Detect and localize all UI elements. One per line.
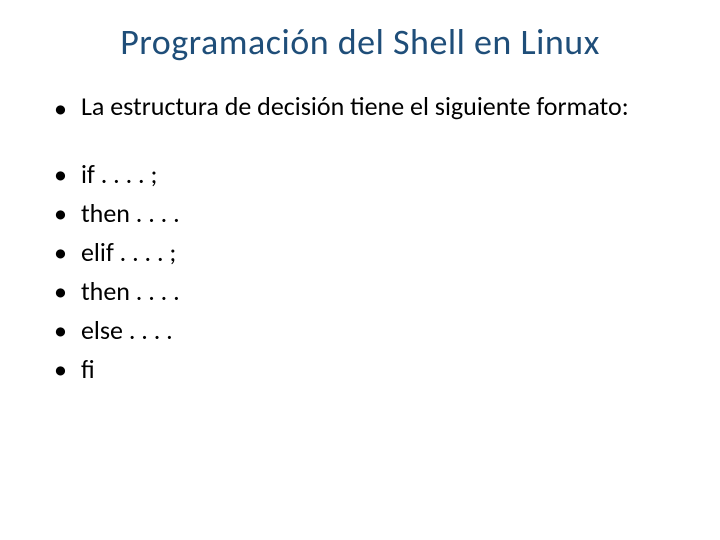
slide-title: Programación del Shell en Linux: [40, 20, 680, 64]
list-item: • if . . . . ;: [54, 157, 680, 192]
code-line: elif . . . . ;: [81, 235, 176, 270]
list-item: • then . . . .: [54, 196, 680, 231]
code-line: then . . . .: [81, 196, 180, 231]
code-line: then . . . .: [81, 274, 180, 309]
list-item: • else . . . .: [54, 313, 680, 348]
bullet-icon: •: [54, 196, 67, 231]
intro-bullet-item: • La estructura de decisión tiene el sig…: [54, 92, 680, 125]
code-line: else . . . .: [81, 313, 173, 348]
slide-content: • La estructura de decisión tiene el sig…: [40, 92, 680, 387]
list-item: • fi: [54, 352, 680, 387]
intro-text: La estructura de decisión tiene el sigui…: [81, 92, 680, 122]
bullet-icon: •: [54, 352, 67, 387]
code-line: if . . . . ;: [81, 157, 158, 192]
bullet-icon: •: [54, 274, 67, 309]
code-list: • if . . . . ; • then . . . . • elif . .…: [54, 157, 680, 388]
list-item: • then . . . .: [54, 274, 680, 309]
bullet-icon: •: [54, 313, 67, 348]
code-line: fi: [81, 352, 95, 387]
list-item: • elif . . . . ;: [54, 235, 680, 270]
bullet-icon: •: [54, 92, 67, 125]
bullet-icon: •: [54, 157, 67, 192]
bullet-icon: •: [54, 235, 67, 270]
